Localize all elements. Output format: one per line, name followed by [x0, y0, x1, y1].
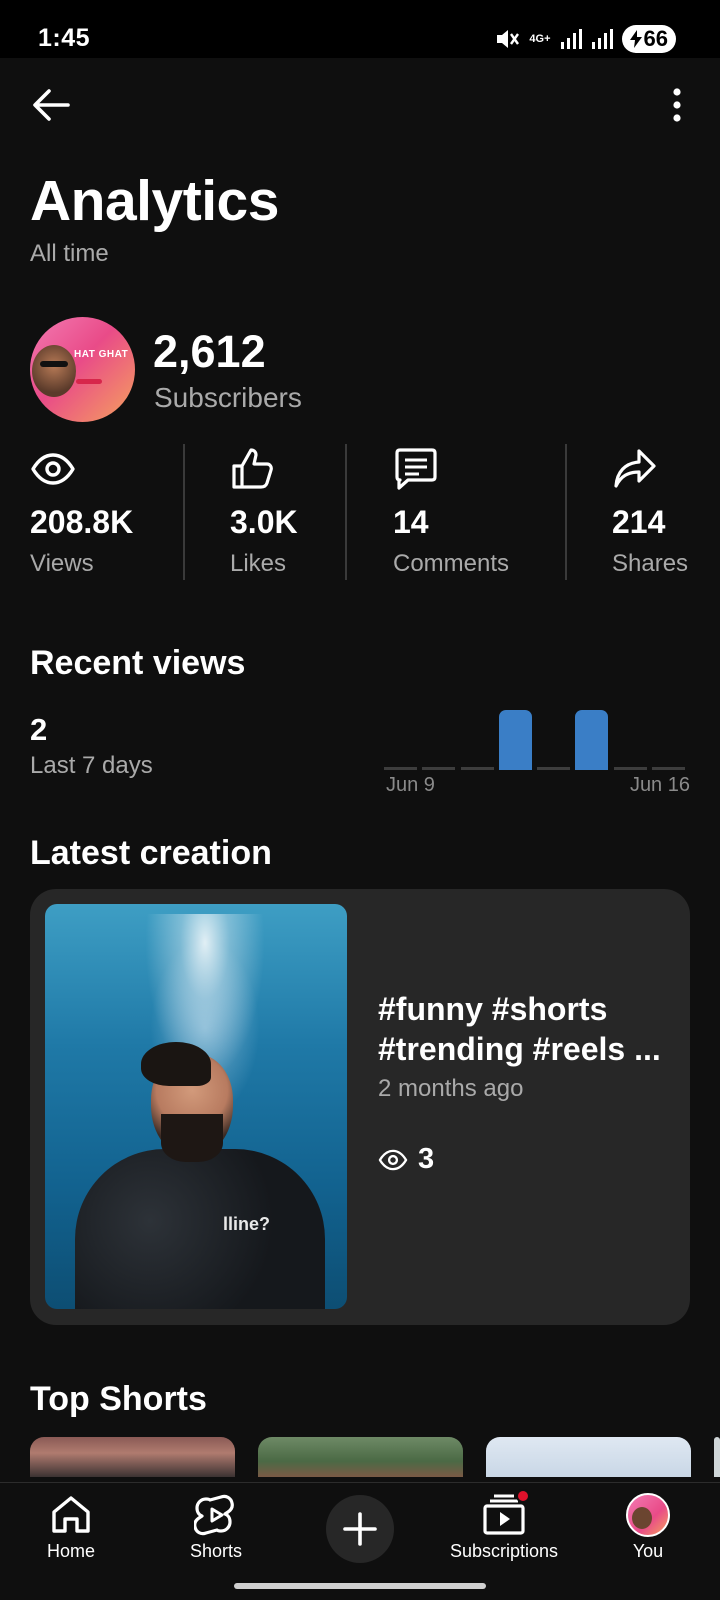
likes-label: Likes	[230, 550, 287, 577]
chart-bar	[575, 700, 609, 770]
notification-dot	[516, 1489, 530, 1503]
chart-bar	[460, 700, 494, 770]
nav-shorts-label: Shorts	[189, 1541, 243, 1561]
recent-views-chart[interactable]	[384, 700, 690, 770]
nav-shorts[interactable]: Shorts	[151, 1493, 281, 1562]
nav-subscriptions-label: Subscriptions	[449, 1541, 559, 1561]
avatar-text: HAT GHAT	[74, 349, 129, 360]
stat-shares: 214 Shares	[612, 446, 688, 577]
plus-icon	[343, 1512, 377, 1546]
thumbnail-shirt-logo: lline?	[223, 1214, 271, 1234]
top-short-thumbnail-1[interactable]	[30, 1437, 235, 1477]
video-title-line-2: #trending #reels ...	[378, 1031, 661, 1067]
latest-creation-card[interactable]: lline? #funny #shorts #trending #reels .…	[30, 889, 690, 1325]
chart-bar-fill	[498, 710, 532, 770]
chart-bar	[651, 700, 685, 770]
shares-label: Shares	[612, 550, 689, 577]
arrow-left-icon	[33, 89, 70, 121]
stat-divider	[345, 444, 347, 580]
signal-icon	[560, 28, 582, 50]
nav-you[interactable]: You	[583, 1493, 713, 1562]
channel-avatar[interactable]: HAT GHAT	[30, 317, 135, 422]
views-value: 208.8K	[30, 504, 134, 540]
home-icon	[52, 1496, 90, 1533]
stat-divider	[565, 444, 567, 580]
user-avatar	[626, 1493, 670, 1537]
chart-bar-baseline	[384, 767, 417, 770]
video-thumbnail[interactable]: lline?	[45, 904, 347, 1309]
battery-level: 66	[643, 26, 668, 51]
subscriptions-icon-wrap	[482, 1489, 530, 1537]
avatar-subscribe-chip	[76, 379, 102, 384]
charging-icon	[629, 30, 642, 48]
thumbnail-person-hair	[141, 1042, 211, 1086]
time-range-label: All time	[30, 240, 109, 267]
thumbnail-person-body	[75, 1149, 325, 1309]
recent-views-period: Last 7 days	[30, 752, 153, 779]
video-title[interactable]: #funny #shorts #trending #reels ...	[378, 989, 670, 1069]
chart-x-tick-start: Jun 9	[386, 774, 435, 796]
chart-bar-baseline	[422, 767, 456, 770]
chart-bar	[537, 700, 570, 770]
comments-label: Comments	[393, 550, 510, 577]
stat-comments: 14 Comments	[393, 446, 509, 577]
chart-bar-baseline	[613, 767, 647, 770]
status-time: 1:45	[38, 24, 91, 52]
top-short-thumbnail-4[interactable]	[714, 1437, 720, 1477]
status-bar: 1:45 4G+ 66	[0, 0, 720, 58]
video-views: 3	[378, 1143, 434, 1176]
back-button[interactable]	[26, 80, 76, 130]
page-title: Analytics	[30, 169, 279, 233]
top-short-thumbnail-2[interactable]	[258, 1437, 463, 1477]
avatar-face	[32, 345, 76, 397]
nav-subscriptions[interactable]: Subscriptions	[439, 1489, 569, 1562]
video-title-line-1: #funny #shorts	[378, 991, 608, 1027]
eye-icon	[31, 453, 75, 485]
chart-bar-fill	[575, 710, 609, 770]
video-age: 2 months ago	[378, 1075, 524, 1102]
home-indicator	[234, 1583, 486, 1589]
likes-value: 3.0K	[230, 504, 298, 540]
chart-bar-baseline	[460, 767, 494, 770]
thumbs-up-icon	[232, 448, 273, 489]
stat-views: 208.8K Views	[30, 446, 133, 577]
create-button[interactable]	[326, 1495, 394, 1563]
eye-icon	[378, 1149, 408, 1170]
recent-views-count: 2	[30, 712, 48, 747]
stat-divider	[183, 444, 185, 580]
status-icons: 4G+ 66	[494, 25, 676, 53]
subscriber-label: Subscribers	[154, 382, 302, 413]
video-views-count: 3	[418, 1143, 435, 1175]
chart-bar	[613, 700, 647, 770]
stat-likes: 3.0K Likes	[230, 446, 298, 577]
comment-icon	[395, 448, 437, 490]
more-options-button[interactable]	[652, 80, 702, 130]
top-short-thumbnail-3[interactable]	[486, 1437, 691, 1477]
shares-value: 214	[612, 504, 666, 540]
shorts-icon	[194, 1494, 234, 1536]
views-label: Views	[30, 550, 94, 577]
latest-creation-title: Latest creation	[30, 834, 272, 872]
chart-bar	[384, 700, 417, 770]
chart-bar	[498, 700, 532, 770]
share-icon	[614, 449, 656, 488]
battery-indicator: 66	[621, 25, 676, 53]
chart-bar-baseline	[537, 767, 570, 770]
network-type: 4G+	[529, 32, 551, 45]
chart-bar-baseline	[651, 767, 685, 770]
top-shorts-title: Top Shorts	[30, 1380, 207, 1418]
nav-you-label: You	[632, 1541, 664, 1561]
mute-icon	[494, 27, 520, 51]
comments-value: 14	[393, 504, 429, 540]
chart-bar	[422, 700, 456, 770]
nav-home-label: Home	[46, 1541, 95, 1561]
chart-x-tick-end: Jun 16	[629, 774, 690, 796]
thumbnail-person-beard	[161, 1114, 223, 1162]
nav-home[interactable]: Home	[6, 1493, 136, 1562]
signal-icon-2	[591, 28, 613, 50]
subscriber-count: 2,612	[153, 326, 266, 377]
recent-views-title: Recent views	[30, 644, 246, 682]
more-vertical-icon	[673, 88, 681, 122]
